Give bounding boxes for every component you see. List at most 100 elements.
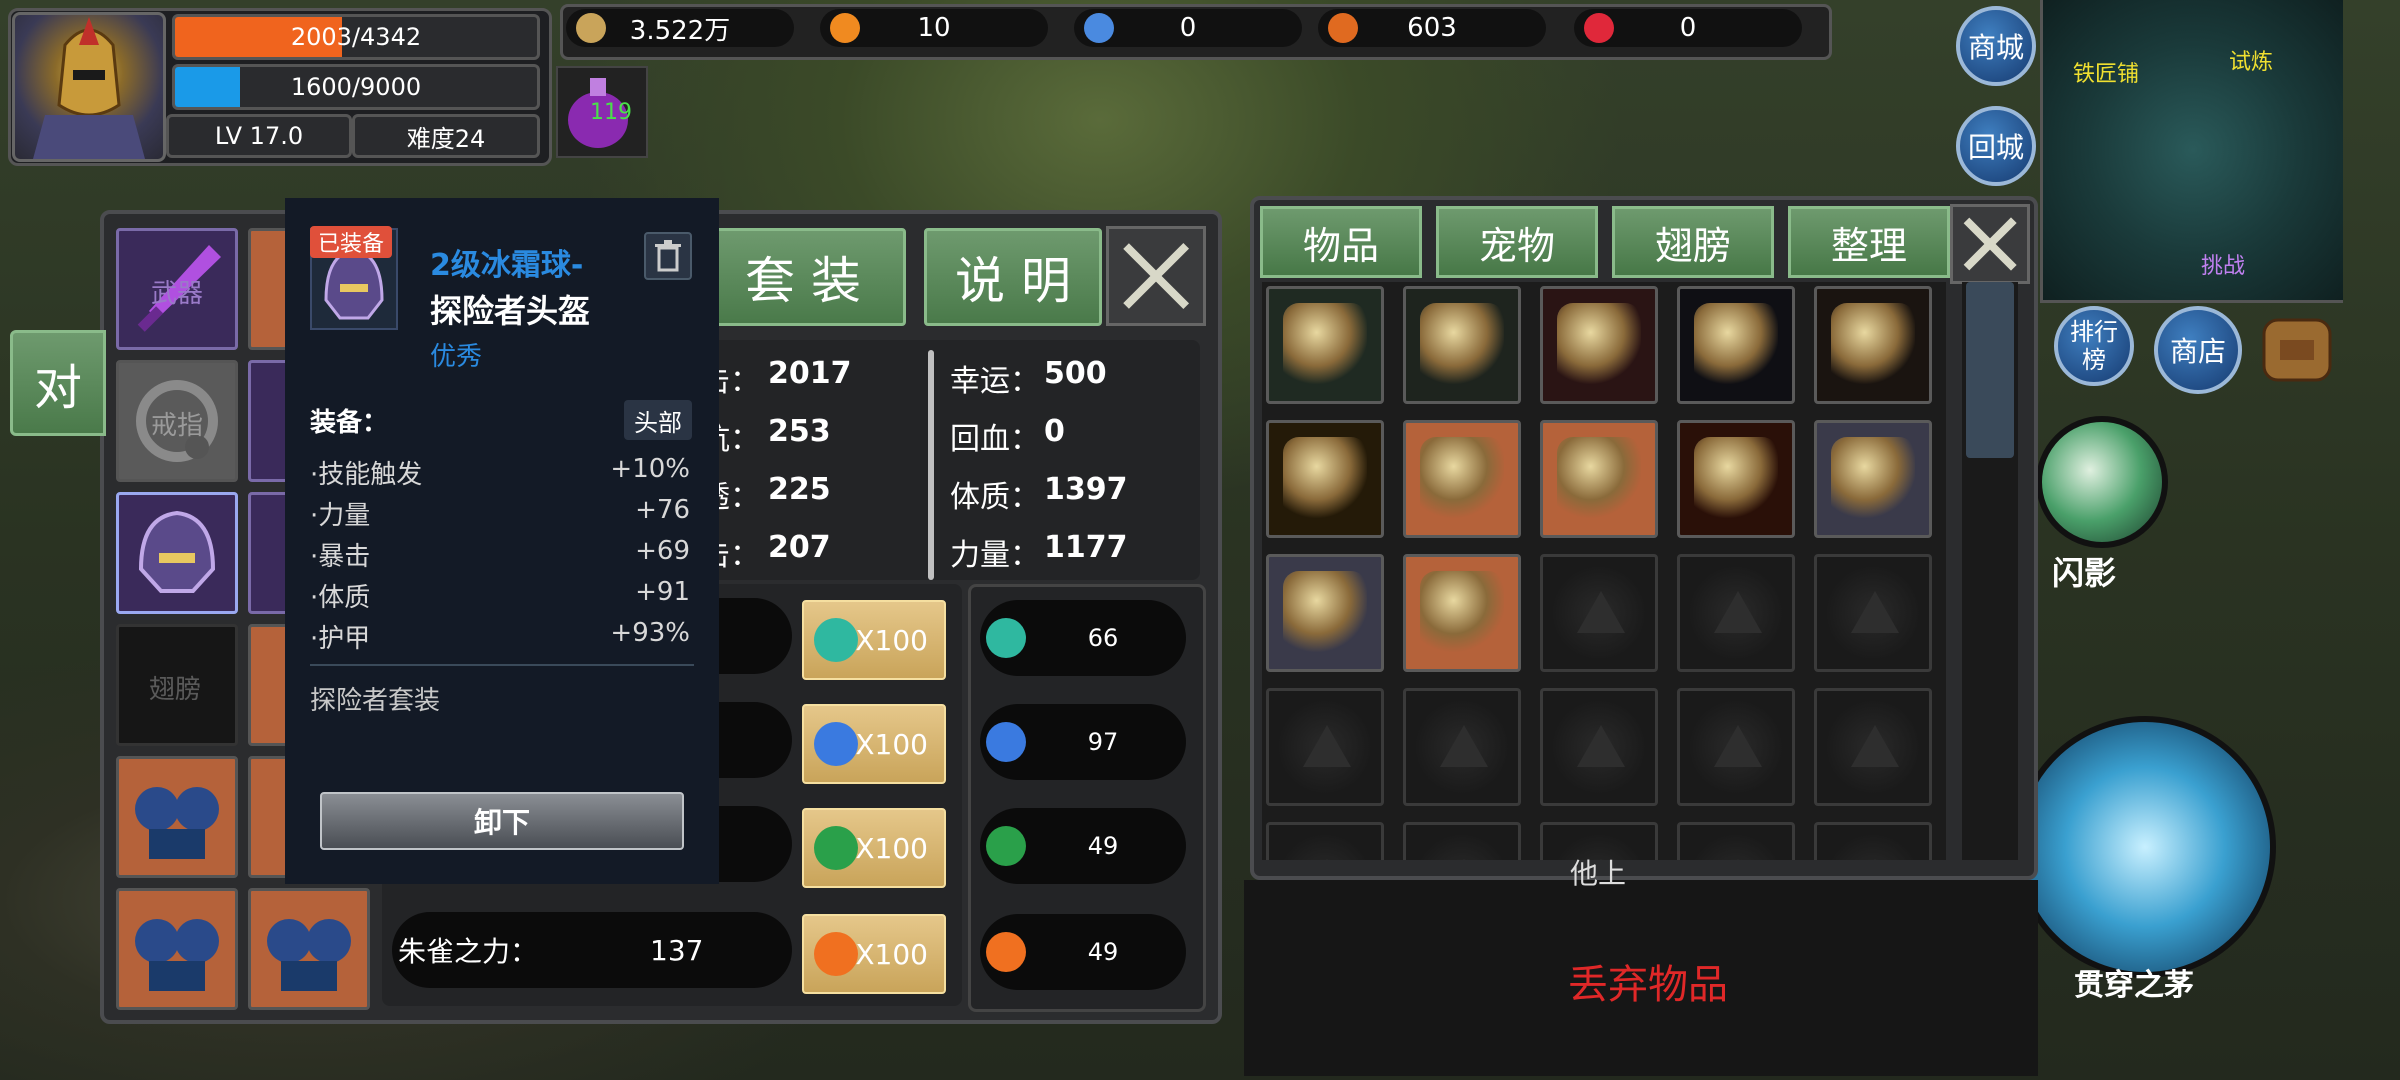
pet-slot-1[interactable] xyxy=(116,756,238,878)
blue-mech-pet-icon xyxy=(267,919,351,991)
pet-slot-3[interactable] xyxy=(116,888,238,1010)
gem-cost: X100 xyxy=(855,831,928,865)
unequip-button[interactable]: 卸下 xyxy=(320,792,684,850)
gold-ring-icon xyxy=(1420,437,1504,521)
boots-slot[interactable] xyxy=(248,624,290,746)
inventory-empty-slot[interactable] xyxy=(1814,554,1932,672)
empty-slot-icon xyxy=(1714,591,1762,633)
pet-slot-2[interactable] xyxy=(248,756,290,878)
inventory-item[interactable] xyxy=(1266,420,1384,538)
stats-divider xyxy=(928,350,934,580)
minimap-trial: 试炼 xyxy=(2229,50,2274,75)
resource-value: 10 xyxy=(917,13,951,43)
inventory-item[interactable] xyxy=(1540,420,1658,538)
inventory-empty-slot[interactable] xyxy=(1677,554,1795,672)
stat-value: 0 xyxy=(1044,414,1065,449)
tooltip-quality: 优秀 xyxy=(430,342,483,372)
inventory-item[interactable] xyxy=(1403,554,1521,672)
armor-slot[interactable] xyxy=(248,492,290,614)
purple-ribbon-icon xyxy=(1283,571,1367,655)
player-portrait[interactable] xyxy=(12,12,166,162)
minimap[interactable]: 铁匠铺 试炼 挑战 xyxy=(2040,0,2343,303)
explain-button[interactable]: 说 明 xyxy=(924,228,1102,326)
blue-mech-pet-icon xyxy=(135,787,219,859)
weapon-slot[interactable]: 武器 xyxy=(116,228,238,350)
inventory-empty-slot[interactable] xyxy=(1266,688,1384,806)
mall-button[interactable]: 商城 xyxy=(1956,6,2036,86)
ranking-button[interactable]: 排行榜 xyxy=(2054,306,2134,386)
tooltip-attr-value: +93% xyxy=(610,618,690,648)
empty-slot-icon xyxy=(1440,859,1488,860)
tooltip-name-line2: 探险者头盔 xyxy=(430,292,591,330)
drop-zone[interactable]: 他上 丢弃物品 xyxy=(1244,857,2038,1076)
gem-cost-button[interactable]: X100 xyxy=(802,914,946,994)
inventory-empty-slot[interactable] xyxy=(1677,822,1795,860)
inventory-empty-slot[interactable] xyxy=(1814,822,1932,860)
weapon-slot-label: 武器 xyxy=(151,279,204,309)
inventory-tab[interactable]: 翅膀 xyxy=(1612,206,1774,278)
potion-slot[interactable]: 119 xyxy=(556,66,648,158)
stat-value: 1397 xyxy=(1044,472,1128,507)
empty-slot-icon xyxy=(1714,859,1762,860)
inventory-item[interactable] xyxy=(1677,286,1795,404)
hp-bar: 2003/4342 xyxy=(172,14,540,60)
gem-cost: X100 xyxy=(855,623,928,657)
gem-count-row: 49 xyxy=(980,914,1186,990)
wings-slot[interactable]: 翅膀 xyxy=(116,624,238,746)
stat-value: 253 xyxy=(768,414,831,449)
tooltip-divider xyxy=(310,664,694,666)
suit-button[interactable]: 套 装 xyxy=(700,228,906,326)
inventory-empty-slot[interactable] xyxy=(1403,688,1521,806)
stat-value: 225 xyxy=(768,472,831,507)
empty-slot-icon xyxy=(1851,591,1899,633)
backpack-button[interactable] xyxy=(2256,306,2338,384)
resource-item: 10 xyxy=(820,9,1048,47)
ring-slot[interactable]: 戒指 xyxy=(116,360,238,482)
ring2-slot[interactable] xyxy=(248,360,290,482)
inventory-close-button[interactable] xyxy=(1950,204,2030,284)
equipment-close-button[interactable] xyxy=(1106,226,1206,326)
green-emerald-gem-icon xyxy=(814,826,858,870)
inventory-tab[interactable]: 宠物 xyxy=(1436,206,1598,278)
ring-slot-label: 戒指 xyxy=(151,411,204,441)
purple-ribbon-icon xyxy=(1831,437,1915,521)
power-row: 朱雀之力： xyxy=(392,912,792,988)
necklace-slot[interactable] xyxy=(248,228,290,350)
iron-helmet-icon xyxy=(1557,437,1641,521)
inventory-item[interactable] xyxy=(1403,420,1521,538)
dialogue-button[interactable]: 对 xyxy=(10,330,106,436)
inventory-empty-slot[interactable] xyxy=(1540,554,1658,672)
inventory-item[interactable] xyxy=(1266,554,1384,672)
return-city-button[interactable]: 回城 xyxy=(1956,106,2036,186)
shadow-flash-skill[interactable] xyxy=(2036,416,2168,548)
piercing-spear-skill[interactable] xyxy=(2014,716,2276,978)
helmet-slot[interactable] xyxy=(116,492,238,614)
tooltip-attr-name: ·技能触发 xyxy=(310,460,423,490)
inventory-item[interactable] xyxy=(1814,286,1932,404)
inventory-empty-slot[interactable] xyxy=(1540,688,1658,806)
pet-slot-4[interactable] xyxy=(248,888,370,1010)
hp-text: 2003/4342 xyxy=(290,23,422,51)
inventory-empty-slot[interactable] xyxy=(1677,688,1795,806)
inventory-tab[interactable]: 整理 xyxy=(1788,206,1950,278)
shop-button[interactable]: 商店 xyxy=(2154,306,2242,394)
inventory-item[interactable] xyxy=(1403,286,1521,404)
inventory-empty-slot[interactable] xyxy=(1266,822,1384,860)
inventory-item[interactable] xyxy=(1814,420,1932,538)
inventory-item[interactable] xyxy=(1266,286,1384,404)
gem-cost-button[interactable]: X100 xyxy=(802,600,946,680)
inventory-item[interactable] xyxy=(1677,420,1795,538)
tooltip-attr-value: +91 xyxy=(635,577,690,607)
trash-button[interactable] xyxy=(644,232,692,280)
inventory-scrollbar-thumb[interactable] xyxy=(1966,282,2014,458)
inventory-tab[interactable]: 物品 xyxy=(1260,206,1422,278)
wings-slot-label: 翅膀 xyxy=(149,675,202,705)
empty-slot-icon xyxy=(1851,725,1899,767)
difficulty-label: 难度24 xyxy=(352,114,540,158)
gem-cost-button[interactable]: X100 xyxy=(802,808,946,888)
inventory-item[interactable] xyxy=(1540,286,1658,404)
gem-cost-button[interactable]: X100 xyxy=(802,704,946,784)
teal-dragon-gem-icon xyxy=(986,618,1026,658)
inventory-empty-slot[interactable] xyxy=(1814,688,1932,806)
inventory-empty-slot[interactable] xyxy=(1403,822,1521,860)
